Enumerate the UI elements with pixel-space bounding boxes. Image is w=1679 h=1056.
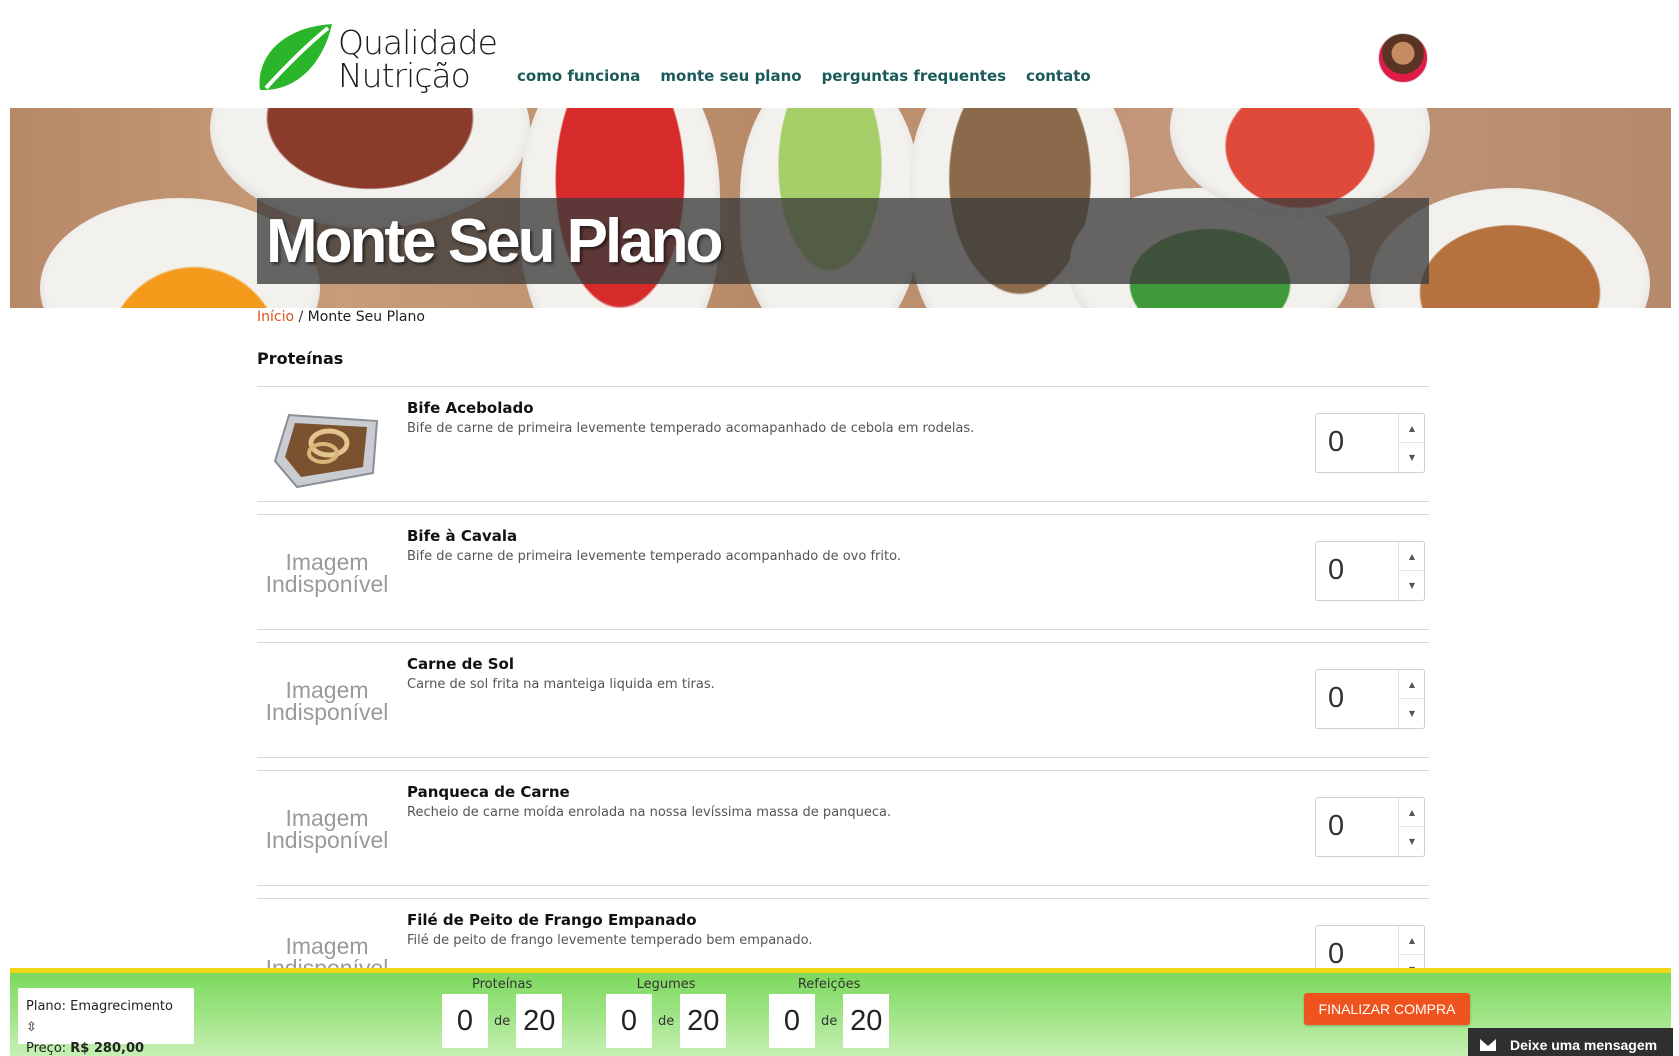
counter-total: 20 <box>680 994 727 1048</box>
logo-line1: Qualidade <box>338 23 498 62</box>
quantity-spinner: ▲ ▼ <box>1398 798 1425 856</box>
image-unavailable-text: Imagem Indisponível <box>265 805 389 853</box>
product-image: Imagem Indisponível <box>265 783 389 875</box>
main-nav: como funciona monte seu plano perguntas … <box>517 67 1091 85</box>
breadcrumb-home[interactable]: Início <box>257 309 294 325</box>
price-value: R$ 280,00 <box>70 1041 145 1056</box>
logo-text: Qualidade Nutrição <box>338 23 498 95</box>
counter-label: Proteínas <box>471 977 533 992</box>
page-title: Monte Seu Plano <box>266 207 723 276</box>
product-list: Bife Acebolado Bife de carne de primeira… <box>257 386 1429 1026</box>
counter-total: 20 <box>843 994 890 1048</box>
spinner-down-icon[interactable]: ▼ <box>1399 443 1425 472</box>
quantity-stepper[interactable]: 0 ▲ ▼ <box>1315 413 1425 473</box>
quantity-spinner: ▲ ▼ <box>1398 670 1425 728</box>
quantity-spinner: ▲ ▼ <box>1398 414 1425 472</box>
counter-legumes: Legumes 0 de 20 <box>606 977 727 1048</box>
quantity-stepper[interactable]: 0 ▲ ▼ <box>1315 669 1425 729</box>
product-name: Filé de Peito de Frango Empanado <box>407 911 697 929</box>
quantity-input[interactable]: 0 <box>1328 426 1344 459</box>
counter-refeicoes: Refeições 0 de 20 <box>769 977 890 1048</box>
plan-selector[interactable]: Plano: Emagrecimento ⇳ <box>26 996 186 1038</box>
counter-current: 0 <box>769 994 815 1048</box>
spinner-up-icon[interactable]: ▲ <box>1399 670 1425 699</box>
counter-total: 20 <box>516 994 563 1048</box>
plan-price: Preço: R$ 280,00 <box>26 1038 186 1056</box>
spinner-down-icon[interactable]: ▼ <box>1399 827 1425 856</box>
spinner-up-icon[interactable]: ▲ <box>1399 798 1425 827</box>
product-item: Imagem Indisponível Bife à Cavala Bife d… <box>257 514 1429 630</box>
mail-icon <box>1480 1038 1496 1051</box>
spinner-up-icon[interactable]: ▲ <box>1399 926 1425 955</box>
food-tray-image <box>273 413 379 489</box>
breadcrumb-current: Monte Seu Plano <box>307 309 425 325</box>
leave-message-button[interactable]: Deixe uma mensagem <box>1468 1028 1673 1056</box>
quantity-stepper[interactable]: 0 ▲ ▼ <box>1315 541 1425 601</box>
counter-de: de <box>658 1013 675 1029</box>
counter-proteinas: Proteínas 0 de 20 <box>442 977 563 1048</box>
product-image: Imagem Indisponível <box>265 527 389 619</box>
nav-como-funciona[interactable]: como funciona <box>517 67 640 85</box>
counter-current: 0 <box>442 994 488 1048</box>
image-unavailable-text: Imagem Indisponível <box>265 549 389 597</box>
breadcrumb-separator: / <box>294 309 308 325</box>
product-description: Filé de peito de frango levemente temper… <box>407 933 813 948</box>
finish-purchase-button[interactable]: FINALIZAR COMPRA <box>1304 993 1470 1025</box>
site-logo[interactable]: Qualidade Nutrição <box>256 22 498 94</box>
spinner-up-icon[interactable]: ▲ <box>1399 542 1425 571</box>
logo-line2: Nutrição <box>338 56 471 95</box>
plan-info-box[interactable]: Plano: Emagrecimento ⇳ Preço: R$ 280,00 <box>18 988 194 1056</box>
product-name: Carne de Sol <box>407 655 514 673</box>
counter-de: de <box>494 1013 511 1029</box>
counter-de: de <box>821 1013 838 1029</box>
counter-label: Refeições <box>797 977 861 992</box>
quantity-input[interactable]: 0 <box>1328 682 1344 715</box>
hero-banner: Monte Seu Plano <box>10 108 1671 308</box>
quantity-stepper[interactable]: 0 ▲ ▼ <box>1315 797 1425 857</box>
avatar[interactable] <box>1378 33 1428 83</box>
counter-current: 0 <box>606 994 652 1048</box>
product-image <box>267 399 387 491</box>
quantity-input[interactable]: 0 <box>1328 810 1344 843</box>
spinner-down-icon[interactable]: ▼ <box>1399 699 1425 728</box>
nav-perguntas-frequentes[interactable]: perguntas frequentes <box>822 67 1006 85</box>
section-title: Proteínas <box>257 349 344 368</box>
quantity-input[interactable]: 0 <box>1328 938 1344 971</box>
product-name: Bife Acebolado <box>407 399 534 417</box>
counter-label: Legumes <box>636 977 696 992</box>
spinner-up-icon[interactable]: ▲ <box>1399 414 1425 443</box>
product-description: Bife de carne de primeira levemente temp… <box>407 549 901 564</box>
product-item: Imagem Indisponível Carne de Sol Carne d… <box>257 642 1429 758</box>
spinner-down-icon[interactable]: ▼ <box>1399 571 1425 600</box>
leaf-logo-icon <box>259 24 332 90</box>
leave-message-label: Deixe uma mensagem <box>1510 1036 1658 1053</box>
product-item: Bife Acebolado Bife de carne de primeira… <box>257 386 1429 502</box>
plan-summary-bar: Plano: Emagrecimento ⇳ Preço: R$ 280,00 … <box>10 968 1673 1056</box>
product-description: Recheio de carne moída enrolada na nossa… <box>407 805 892 820</box>
site-header: Qualidade Nutrição como funciona monte s… <box>0 0 1679 108</box>
product-image: Imagem Indisponível <box>265 655 389 747</box>
product-name: Bife à Cavala <box>407 527 518 545</box>
quantity-input[interactable]: 0 <box>1328 554 1344 587</box>
quantity-spinner: ▲ ▼ <box>1398 542 1425 600</box>
product-description: Bife de carne de primeira levemente temp… <box>407 421 975 436</box>
product-description: Carne de sol frita na manteiga liquida e… <box>407 677 715 692</box>
nav-contato[interactable]: contato <box>1026 67 1091 85</box>
breadcrumb: Início / Monte Seu Plano <box>257 309 425 325</box>
image-unavailable-text: Imagem Indisponível <box>265 677 389 725</box>
nav-monte-seu-plano[interactable]: monte seu plano <box>660 67 801 85</box>
product-item: Imagem Indisponível Panqueca de Carne Re… <box>257 770 1429 886</box>
price-label: Preço: <box>26 1041 71 1056</box>
product-name: Panqueca de Carne <box>407 783 570 801</box>
